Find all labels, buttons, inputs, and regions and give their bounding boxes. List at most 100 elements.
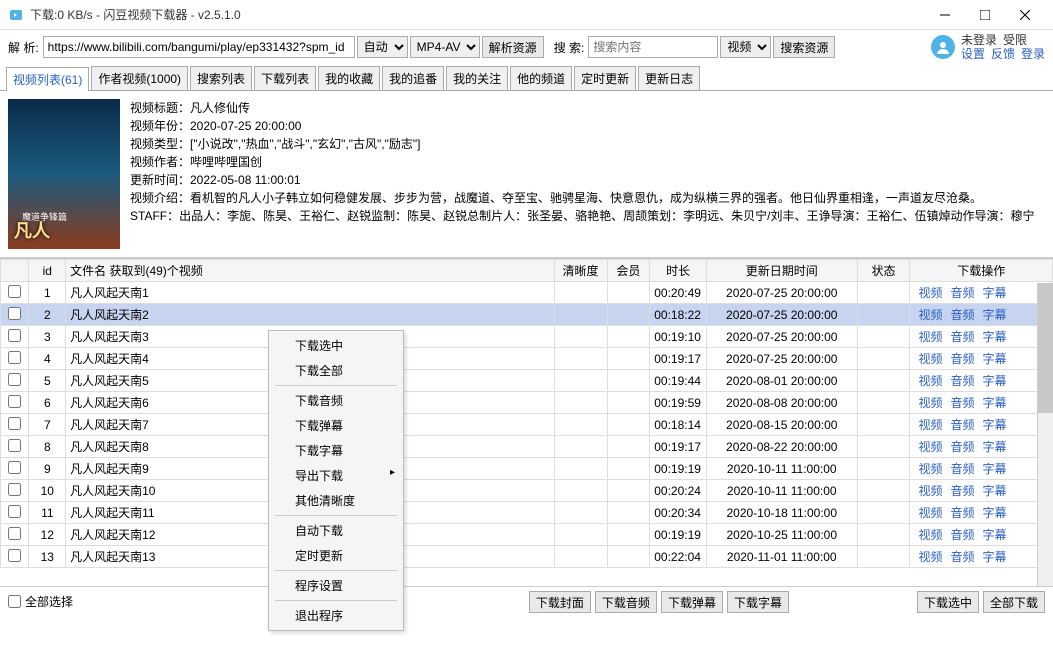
download-subtitle-button[interactable]: 下载字幕 [727,591,789,613]
op-subtitle-link[interactable]: 字幕 [982,396,1006,410]
row-checkbox[interactable] [8,417,21,430]
search-button[interactable]: 搜索资源 [773,36,835,58]
op-video-link[interactable]: 视频 [918,528,942,542]
login-link[interactable]: 登录 [1021,47,1045,61]
row-checkbox[interactable] [8,307,21,320]
table-row[interactable]: 3凡人风起天南300:19:102020-07-25 20:00:00视频音频字… [1,326,1053,348]
tab[interactable]: 我的追番 [382,66,444,90]
url-input[interactable] [43,36,355,58]
table-row[interactable]: 1凡人风起天南100:20:492020-07-25 20:00:00视频音频字… [1,282,1053,304]
op-video-link[interactable]: 视频 [918,484,942,498]
op-audio-link[interactable]: 音频 [950,528,974,542]
tab[interactable]: 作者视频(1000) [91,66,188,90]
op-subtitle-link[interactable]: 字幕 [982,506,1006,520]
op-video-link[interactable]: 视频 [918,286,942,300]
table-row[interactable]: 4凡人风起天南400:19:172020-07-25 20:00:00视频音频字… [1,348,1053,370]
op-audio-link[interactable]: 音频 [950,506,974,520]
table-row[interactable]: 9凡人风起天南900:19:192020-10-11 11:00:00视频音频字… [1,458,1053,480]
settings-link[interactable]: 设置 [961,47,985,61]
tab[interactable]: 下载列表 [254,66,316,90]
op-subtitle-link[interactable]: 字幕 [982,352,1006,366]
row-checkbox[interactable] [8,483,21,496]
tab[interactable]: 他的频道 [510,66,572,90]
parse-button[interactable]: 解析资源 [482,36,544,58]
download-danmu-button[interactable]: 下载弹幕 [661,591,723,613]
op-video-link[interactable]: 视频 [918,308,942,322]
op-audio-link[interactable]: 音频 [950,330,974,344]
row-checkbox[interactable] [8,439,21,452]
op-video-link[interactable]: 视频 [918,374,942,388]
op-subtitle-link[interactable]: 字幕 [982,550,1006,564]
op-subtitle-link[interactable]: 字幕 [982,462,1006,476]
tab[interactable]: 搜索列表 [190,66,252,90]
op-audio-link[interactable]: 音频 [950,374,974,388]
menu-item[interactable]: 下载字幕 [271,438,401,463]
op-video-link[interactable]: 视频 [918,440,942,454]
download-audio-button[interactable]: 下载音频 [595,591,657,613]
tab[interactable]: 视频列表(61) [6,67,89,91]
row-checkbox[interactable] [8,527,21,540]
op-subtitle-link[interactable]: 字幕 [982,528,1006,542]
row-checkbox[interactable] [8,351,21,364]
minimize-button[interactable] [925,1,965,29]
table-row[interactable]: 7凡人风起天南700:18:142020-08-15 20:00:00视频音频字… [1,414,1053,436]
row-checkbox[interactable] [8,505,21,518]
maximize-button[interactable] [965,1,1005,29]
download-all-button[interactable]: 全部下载 [983,591,1045,613]
download-selected-button[interactable]: 下载选中 [917,591,979,613]
op-audio-link[interactable]: 音频 [950,308,974,322]
menu-item[interactable]: 定时更新 [271,543,401,568]
table-row[interactable]: 12凡人风起天南1200:19:192020-10-25 11:00:00视频音… [1,524,1053,546]
tab[interactable]: 定时更新 [574,66,636,90]
row-checkbox[interactable] [8,285,21,298]
op-subtitle-link[interactable]: 字幕 [982,440,1006,454]
menu-item[interactable]: 程序设置 [271,573,401,598]
op-video-link[interactable]: 视频 [918,352,942,366]
row-checkbox[interactable] [8,373,21,386]
table-row[interactable]: 13凡人风起天南1300:22:042020-11-01 11:00:00视频音… [1,546,1053,568]
row-checkbox[interactable] [8,329,21,342]
table-row[interactable]: 10凡人风起天南1000:20:242020-10-11 11:00:00视频音… [1,480,1053,502]
row-checkbox[interactable] [8,395,21,408]
format-select[interactable]: MP4-AVC [410,36,480,58]
op-video-link[interactable]: 视频 [918,550,942,564]
search-type-select[interactable]: 视频 [720,36,771,58]
menu-item[interactable]: 下载全部 [271,358,401,383]
tab[interactable]: 更新日志 [638,66,700,90]
download-cover-button[interactable]: 下载封面 [529,591,591,613]
op-subtitle-link[interactable]: 字幕 [982,286,1006,300]
row-checkbox[interactable] [8,549,21,562]
search-input[interactable] [588,36,718,58]
tab[interactable]: 我的关注 [446,66,508,90]
feedback-link[interactable]: 反馈 [991,47,1015,61]
op-audio-link[interactable]: 音频 [950,484,974,498]
op-audio-link[interactable]: 音频 [950,396,974,410]
close-button[interactable] [1005,1,1045,29]
op-video-link[interactable]: 视频 [918,418,942,432]
op-subtitle-link[interactable]: 字幕 [982,484,1006,498]
menu-item[interactable]: 下载弹幕 [271,413,401,438]
op-audio-link[interactable]: 音频 [950,352,974,366]
row-checkbox[interactable] [8,461,21,474]
op-audio-link[interactable]: 音频 [950,462,974,476]
op-video-link[interactable]: 视频 [918,396,942,410]
op-audio-link[interactable]: 音频 [950,550,974,564]
op-subtitle-link[interactable]: 字幕 [982,374,1006,388]
op-subtitle-link[interactable]: 字幕 [982,330,1006,344]
menu-item[interactable]: 自动下载 [271,518,401,543]
menu-item[interactable]: 下载选中 [271,333,401,358]
table-row[interactable]: 5凡人风起天南500:19:442020-08-01 20:00:00视频音频字… [1,370,1053,392]
menu-item[interactable]: 导出下载 [271,463,401,488]
op-audio-link[interactable]: 音频 [950,286,974,300]
op-video-link[interactable]: 视频 [918,506,942,520]
table-row[interactable]: 11凡人风起天南1100:20:342020-10-18 11:00:00视频音… [1,502,1053,524]
menu-item[interactable]: 其他清晰度 [271,488,401,513]
table-row[interactable]: 6凡人风起天南600:19:592020-08-08 20:00:00视频音频字… [1,392,1053,414]
op-subtitle-link[interactable]: 字幕 [982,308,1006,322]
op-audio-link[interactable]: 音频 [950,418,974,432]
op-video-link[interactable]: 视频 [918,330,942,344]
select-all-checkbox[interactable] [8,595,21,608]
op-subtitle-link[interactable]: 字幕 [982,418,1006,432]
op-video-link[interactable]: 视频 [918,462,942,476]
menu-item[interactable]: 退出程序 [271,603,401,628]
